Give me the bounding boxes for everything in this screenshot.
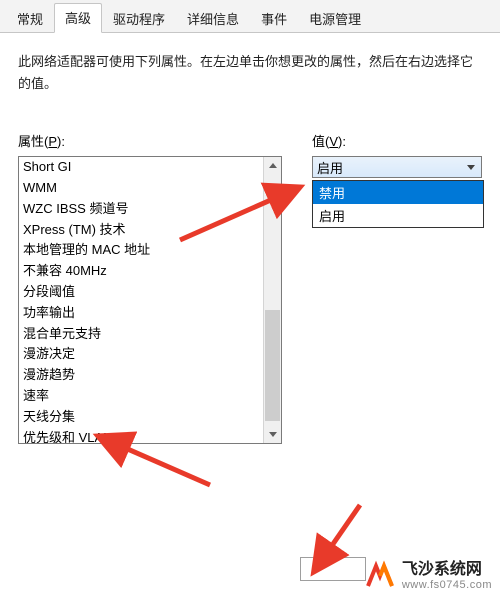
- list-item[interactable]: 本地管理的 MAC 地址: [19, 240, 264, 261]
- tab-power[interactable]: 电源管理: [298, 4, 372, 33]
- value-label: 值(V):: [312, 131, 482, 150]
- list-item[interactable]: WMM: [19, 178, 264, 199]
- list-item[interactable]: 漫游趋势: [19, 365, 264, 386]
- scroll-track[interactable]: [264, 174, 281, 426]
- list-item[interactable]: Short GI: [19, 157, 264, 178]
- chevron-down-icon: [269, 432, 277, 437]
- value-dropdown: 禁用 启用: [312, 180, 484, 228]
- tab-driver[interactable]: 驱动程序: [102, 4, 176, 33]
- ok-button[interactable]: [300, 557, 366, 581]
- dropdown-item[interactable]: 禁用: [313, 181, 483, 204]
- list-item[interactable]: WZC IBSS 频道号: [19, 199, 264, 220]
- scroll-down-button[interactable]: [264, 426, 281, 443]
- list-item[interactable]: 混合单元支持: [19, 324, 264, 345]
- advanced-panel: 此网络适配器可使用下列属性。在左边单击你想更改的属性，然后在右边选择它的值。 属…: [0, 33, 500, 606]
- scroll-thumb[interactable]: [265, 310, 280, 421]
- combo-current-value: 启用: [317, 158, 343, 177]
- list-item[interactable]: 漫游决定: [19, 344, 264, 365]
- value-combo[interactable]: 启用 禁用 启用: [312, 156, 482, 228]
- list-item[interactable]: 优先级和 VLAN: [19, 428, 264, 444]
- list-item[interactable]: 速率: [19, 386, 264, 407]
- dropdown-item[interactable]: 启用: [313, 204, 483, 227]
- properties-dialog: 常规 高级 驱动程序 详细信息 事件 电源管理 此网络适配器可使用下列属性。在左…: [0, 0, 500, 606]
- tab-general[interactable]: 常规: [6, 4, 54, 33]
- tab-advanced[interactable]: 高级: [54, 3, 102, 33]
- list-item[interactable]: 分段阈值: [19, 282, 264, 303]
- tab-details[interactable]: 详细信息: [176, 4, 250, 33]
- list-item[interactable]: 天线分集: [19, 407, 264, 428]
- list-item[interactable]: 不兼容 40MHz: [19, 261, 264, 282]
- scroll-up-button[interactable]: [264, 157, 281, 174]
- listbox-scrollbar[interactable]: [263, 157, 281, 443]
- tab-bar: 常规 高级 驱动程序 详细信息 事件 电源管理: [0, 0, 500, 33]
- property-label: 属性(P):: [18, 131, 282, 150]
- tab-events[interactable]: 事件: [250, 4, 298, 33]
- list-item[interactable]: 功率输出: [19, 303, 264, 324]
- chevron-up-icon: [269, 163, 277, 168]
- panel-description: 此网络适配器可使用下列属性。在左边单击你想更改的属性，然后在右边选择它的值。: [18, 51, 482, 95]
- property-listbox[interactable]: Short GI WMM WZC IBSS 频道号 XPress (TM) 技术…: [18, 156, 282, 444]
- chevron-down-icon: [467, 165, 475, 170]
- list-item[interactable]: XPress (TM) 技术: [19, 220, 264, 241]
